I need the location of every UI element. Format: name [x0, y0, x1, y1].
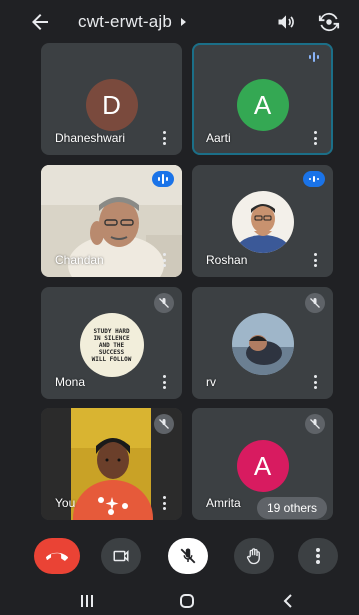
- speaker-icon[interactable]: [276, 12, 296, 32]
- participant-name: Chandan: [55, 253, 104, 267]
- profile-photo: [231, 313, 294, 375]
- avatar: A: [236, 440, 289, 492]
- camera-toggle-button[interactable]: [101, 538, 141, 574]
- mic-off-icon: [180, 548, 196, 564]
- profile-photo: STUDY HARD IN SILENCE AND THE SUCCESS WI…: [79, 313, 144, 377]
- speaking-indicator-icon: [303, 171, 325, 187]
- call-controls: [0, 538, 359, 574]
- mic-off-icon: [154, 293, 174, 313]
- mic-off-icon: [154, 414, 174, 434]
- participant-tile-mona[interactable]: STUDY HARD IN SILENCE AND THE SUCCESS WI…: [41, 287, 182, 399]
- more-options-icon[interactable]: [313, 253, 317, 267]
- speaking-indicator-icon: [303, 49, 325, 65]
- participant-name: rv: [206, 375, 216, 389]
- mic-off-icon: [305, 293, 325, 313]
- more-options-icon[interactable]: [162, 375, 166, 389]
- more-options-icon[interactable]: [162, 496, 166, 510]
- end-call-button[interactable]: [34, 538, 80, 574]
- avatar: A: [236, 79, 289, 131]
- participant-name: You: [55, 496, 76, 510]
- mic-off-icon: [305, 414, 325, 434]
- arrow-back-icon[interactable]: [28, 10, 52, 34]
- participant-name: Dhaneshwari: [55, 131, 126, 145]
- back-icon[interactable]: [280, 592, 298, 610]
- participant-tile-roshan[interactable]: Roshan: [192, 165, 333, 277]
- sparkle-effects-icon[interactable]: [104, 496, 120, 512]
- recent-apps-icon[interactable]: [78, 592, 96, 610]
- more-options-icon[interactable]: [313, 131, 317, 145]
- chevron-right-icon: [181, 18, 187, 26]
- more-options-icon[interactable]: [162, 253, 166, 267]
- participant-tile-dhaneshwari[interactable]: D Dhaneshwari: [41, 43, 182, 155]
- end-call-icon: [46, 552, 68, 561]
- others-count-button[interactable]: 19 others: [257, 497, 328, 519]
- more-icon: [316, 548, 320, 564]
- participant-tile-aarti[interactable]: A Aarti: [192, 43, 333, 155]
- meeting-code: cwt-erwt-ajb: [78, 12, 173, 31]
- speaking-indicator-icon: [152, 171, 174, 187]
- flip-camera-icon[interactable]: [318, 11, 340, 33]
- top-bar: cwt-erwt-ajb: [0, 0, 359, 44]
- participant-tile-you[interactable]: You: [41, 408, 182, 520]
- meeting-title-button[interactable]: cwt-erwt-ajb: [78, 12, 188, 32]
- more-options-button[interactable]: [298, 538, 338, 574]
- participant-name: Roshan: [206, 253, 248, 267]
- participant-tile-chandan[interactable]: Chandan: [41, 165, 182, 277]
- more-options-icon[interactable]: [162, 131, 166, 145]
- system-nav-bar: [0, 586, 359, 615]
- raise-hand-button[interactable]: [234, 538, 274, 574]
- mic-toggle-button[interactable]: [168, 538, 208, 574]
- profile-photo: [231, 191, 294, 253]
- avatar: D: [85, 79, 138, 131]
- more-options-icon[interactable]: [313, 375, 317, 389]
- profile-photo-text: STUDY HARD IN SILENCE AND THE SUCCESS WI…: [91, 327, 132, 363]
- participant-name: Amrita: [206, 496, 241, 510]
- participant-tile-rv[interactable]: rv: [192, 287, 333, 399]
- home-icon[interactable]: [178, 592, 196, 610]
- participant-name: Mona: [55, 375, 86, 389]
- camera-icon: [113, 550, 129, 562]
- raise-hand-icon: [246, 548, 260, 565]
- participant-name: Aarti: [206, 131, 231, 145]
